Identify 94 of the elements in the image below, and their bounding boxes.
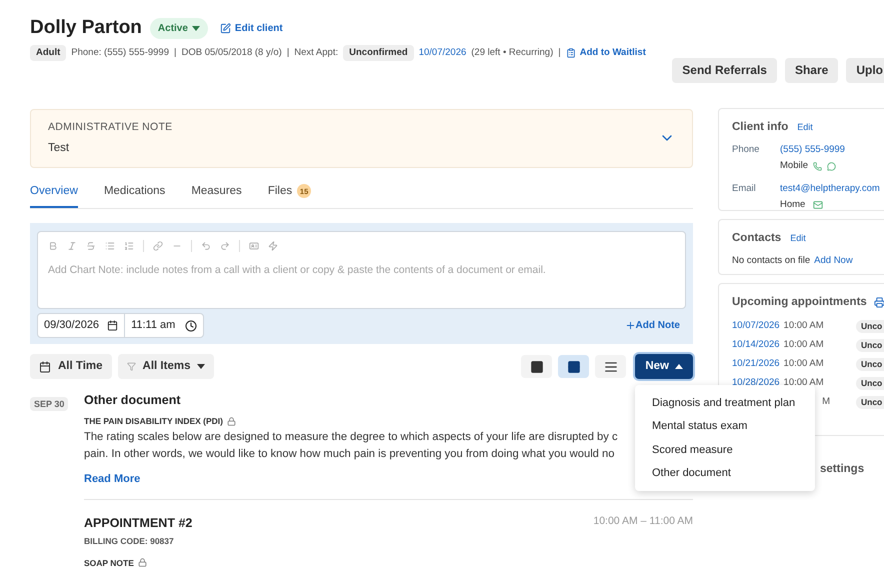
- edit-link[interactable]: Edit: [790, 232, 806, 246]
- email-link[interactable]: test4@helptherapy.com: [780, 182, 880, 196]
- caret-icon: [197, 364, 206, 369]
- edit-client-link[interactable]: Edit client: [220, 20, 283, 36]
- appointment-time: 10:00 AM: [784, 376, 824, 390]
- new-button[interactable]: New: [635, 354, 693, 379]
- appointment-status-tag: Unco: [856, 377, 884, 390]
- numbered-list-icon[interactable]: [124, 241, 134, 251]
- card-title: settings: [820, 462, 864, 475]
- lightning-icon[interactable]: [268, 241, 278, 251]
- strikethrough-icon[interactable]: [86, 241, 96, 251]
- add-now-link[interactable]: Add Now: [814, 254, 853, 268]
- filter-button[interactable]: All Time: [30, 354, 112, 379]
- clipboard-icon: [566, 48, 576, 58]
- list-view-icon: [604, 360, 618, 374]
- separator: |: [174, 46, 176, 60]
- field-label: Email: [732, 182, 757, 196]
- appointment-date-link[interactable]: 10/14/2026: [732, 338, 780, 353]
- appointment-time: 10:00 AM: [784, 357, 824, 372]
- phone-link[interactable]: (555) 555-9999: [780, 143, 845, 158]
- phone-type: Mobile: [780, 159, 808, 174]
- bullet-list-icon[interactable]: [105, 241, 115, 251]
- age-group-tag: Adult: [30, 44, 66, 61]
- filter-icon: [126, 362, 136, 371]
- appointment-time: 10:00 AM – 11:00 AM: [593, 514, 693, 529]
- view-toggle[interactable]: [521, 355, 552, 378]
- entry-subtitle: THE PAIN DISABILITY INDEX (PDI): [84, 414, 224, 428]
- mail-icon: [813, 200, 824, 210]
- appointment-date-link[interactable]: 10/21/2026: [732, 357, 780, 372]
- plus-icon: [624, 320, 636, 331]
- tab[interactable]: Medications: [104, 182, 166, 208]
- note-text: Test: [48, 140, 70, 156]
- next-appt-link[interactable]: 10/07/2026: [418, 46, 466, 60]
- card-title: Upcoming appointments: [732, 294, 867, 310]
- appointment-status-tag: Unconfirmed: [343, 44, 414, 61]
- dob-text: DOB 05/05/2018 (8 y/o): [181, 46, 282, 60]
- appointment-status-tag: Unco: [856, 358, 884, 371]
- edit-link[interactable]: Edit: [797, 120, 813, 134]
- tab[interactable]: Measures: [191, 182, 242, 208]
- phone-text: Phone: (555) 555-9999: [71, 46, 169, 60]
- action-button[interactable]: Send Referrals: [672, 58, 777, 83]
- bold-icon[interactable]: [48, 241, 58, 251]
- appointment-time: 10:00 AM: [784, 338, 824, 352]
- appointment-time: 10:00 AM: [784, 319, 824, 334]
- tab[interactable]: Overview: [30, 182, 78, 208]
- appointment-status-tag: Unco: [856, 320, 884, 333]
- separator: |: [558, 46, 561, 60]
- calendar-icon: [39, 360, 51, 372]
- menu-item[interactable]: Other document: [635, 462, 815, 485]
- client-name: Dolly Parton: [30, 16, 142, 40]
- redo-icon[interactable]: [220, 241, 230, 251]
- chart-note-placeholder: Add Chart Note: include notes from a call with a client or copy & paste the contents of a document or email.: [48, 263, 547, 278]
- action-button[interactable]: Share: [784, 58, 838, 83]
- caret-icon: [675, 364, 683, 369]
- next-appt-label: Next Appt:: [294, 46, 338, 60]
- filter-button[interactable]: All Items: [118, 354, 214, 379]
- add-to-waitlist-link[interactable]: Add to Waitlist: [566, 46, 646, 60]
- card-view-icon: [530, 360, 544, 374]
- action-button[interactable]: Uplo: [846, 58, 884, 83]
- view-toggle[interactable]: [558, 355, 590, 378]
- edit-icon: [220, 22, 231, 34]
- add-note-button[interactable]: Add Note: [624, 318, 686, 333]
- appointment-status-tag: Unco: [856, 396, 884, 409]
- note-type: SOAP NOTE: [84, 556, 134, 570]
- compact-view-icon: [566, 360, 581, 374]
- appointment-date-link[interactable]: 10/07/2026: [732, 319, 780, 334]
- chat-icon: [827, 162, 836, 171]
- status-badge[interactable]: Active: [150, 18, 208, 39]
- entry-title: Other document: [84, 392, 181, 409]
- next-appt-detail: (29 left • Recurring): [471, 46, 554, 60]
- italic-icon[interactable]: [67, 241, 77, 251]
- card-title: Contacts: [732, 230, 782, 246]
- undo-icon[interactable]: [201, 241, 211, 251]
- note-title: ADMINISTRATIVE NOTE: [48, 120, 172, 135]
- field-label: Phone: [732, 143, 760, 157]
- link-icon[interactable]: [153, 241, 163, 251]
- empty-contacts-text: No contacts on file: [732, 254, 810, 268]
- billing-code: BILLING CODE: 90837: [84, 534, 175, 548]
- appointment-time: M: [822, 395, 830, 410]
- separator: |: [286, 46, 290, 60]
- card-title: Client info: [732, 120, 788, 135]
- entry-text: The rating scales below are designed to measure the degree to which aspects of your life are disrupted by c pain. In other words, we would like to know how much pain is preventing you from doing what you would no: [84, 430, 618, 462]
- print-icon[interactable]: [874, 296, 884, 308]
- view-toggle[interactable]: [595, 355, 626, 378]
- menu-item[interactable]: Scored measure: [635, 438, 815, 462]
- caret-icon: [192, 26, 200, 31]
- entry-title: APPOINTMENT #2: [84, 515, 192, 532]
- id-card-icon[interactable]: [249, 241, 259, 251]
- email-type: Home: [780, 198, 806, 212]
- appointment-status-tag: Unco: [856, 339, 884, 352]
- date-tag: SEP 30: [30, 397, 68, 411]
- menu-item[interactable]: Mental status exam: [635, 414, 815, 438]
- phone-icon: [813, 162, 822, 171]
- menu-item[interactable]: Diagnosis and treatment plan: [635, 391, 815, 414]
